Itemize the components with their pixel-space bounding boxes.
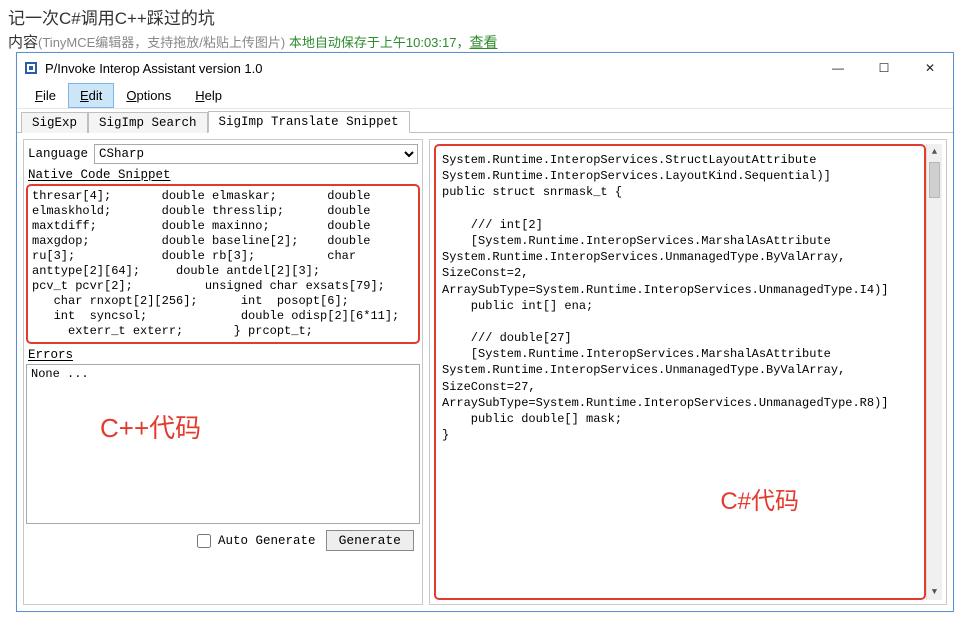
output-container: System.Runtime.InteropServices.StructLay…: [429, 139, 947, 605]
tab-sigimp-search[interactable]: SigImp Search: [88, 112, 208, 133]
workarea: Language CSharp Native Code Snippet thre…: [17, 133, 953, 611]
menu-edit[interactable]: Edit: [68, 83, 114, 108]
tab-sigimp-translate[interactable]: SigImp Translate Snippet: [208, 111, 410, 133]
minimize-button[interactable]: —: [815, 53, 861, 83]
content-label: 内容: [8, 34, 38, 51]
errors-label: Errors: [26, 348, 420, 362]
tab-sigexp[interactable]: SigExp: [21, 112, 88, 133]
menu-file[interactable]: File: [23, 83, 68, 108]
native-code-textarea[interactable]: thresar[4]; double elmaskar; double elma…: [26, 184, 420, 344]
language-label: Language: [28, 147, 88, 161]
article-title: 记一次C#调用C++踩过的坑: [0, 0, 967, 29]
auto-generate-label: Auto Generate: [218, 534, 316, 548]
auto-generate-input[interactable]: [197, 534, 211, 548]
titlebar: P/Invoke Interop Assistant version 1.0 —…: [17, 53, 953, 83]
close-button[interactable]: ✕: [907, 53, 953, 83]
left-pane: Language CSharp Native Code Snippet thre…: [23, 139, 423, 605]
scroll-down-arrow-icon[interactable]: ▼: [927, 584, 942, 600]
tabstrip: SigExp SigImp Search SigImp Translate Sn…: [17, 109, 953, 133]
app-icon: [23, 60, 39, 76]
maximize-button[interactable]: ☐: [861, 53, 907, 83]
generate-button[interactable]: Generate: [326, 530, 414, 551]
auto-generate-checkbox[interactable]: Auto Generate: [193, 531, 316, 551]
output-scrollbar[interactable]: ▲ ▼: [926, 144, 942, 600]
scroll-thumb[interactable]: [929, 162, 940, 198]
errors-textarea[interactable]: None ...: [26, 364, 420, 524]
menubar: File Edit Options Help: [17, 83, 953, 109]
native-code-label: Native Code Snippet: [26, 168, 420, 182]
output-code-textarea[interactable]: System.Runtime.InteropServices.StructLay…: [434, 144, 926, 600]
menu-help[interactable]: Help: [183, 83, 234, 108]
language-select[interactable]: CSharp: [94, 144, 418, 164]
window-title: P/Invoke Interop Assistant version 1.0: [45, 61, 263, 76]
menu-options[interactable]: Options: [114, 83, 183, 108]
scroll-up-arrow-icon[interactable]: ▲: [927, 144, 942, 160]
view-link[interactable]: 查看: [469, 34, 497, 50]
right-pane: System.Runtime.InteropServices.StructLay…: [429, 139, 947, 605]
editor-hint: (TinyMCE编辑器，支持拖放/粘贴上传图片): [38, 35, 289, 50]
autosave-text: 本地自动保存于上午10:03:17，: [289, 35, 470, 50]
app-window: P/Invoke Interop Assistant version 1.0 —…: [16, 52, 954, 612]
